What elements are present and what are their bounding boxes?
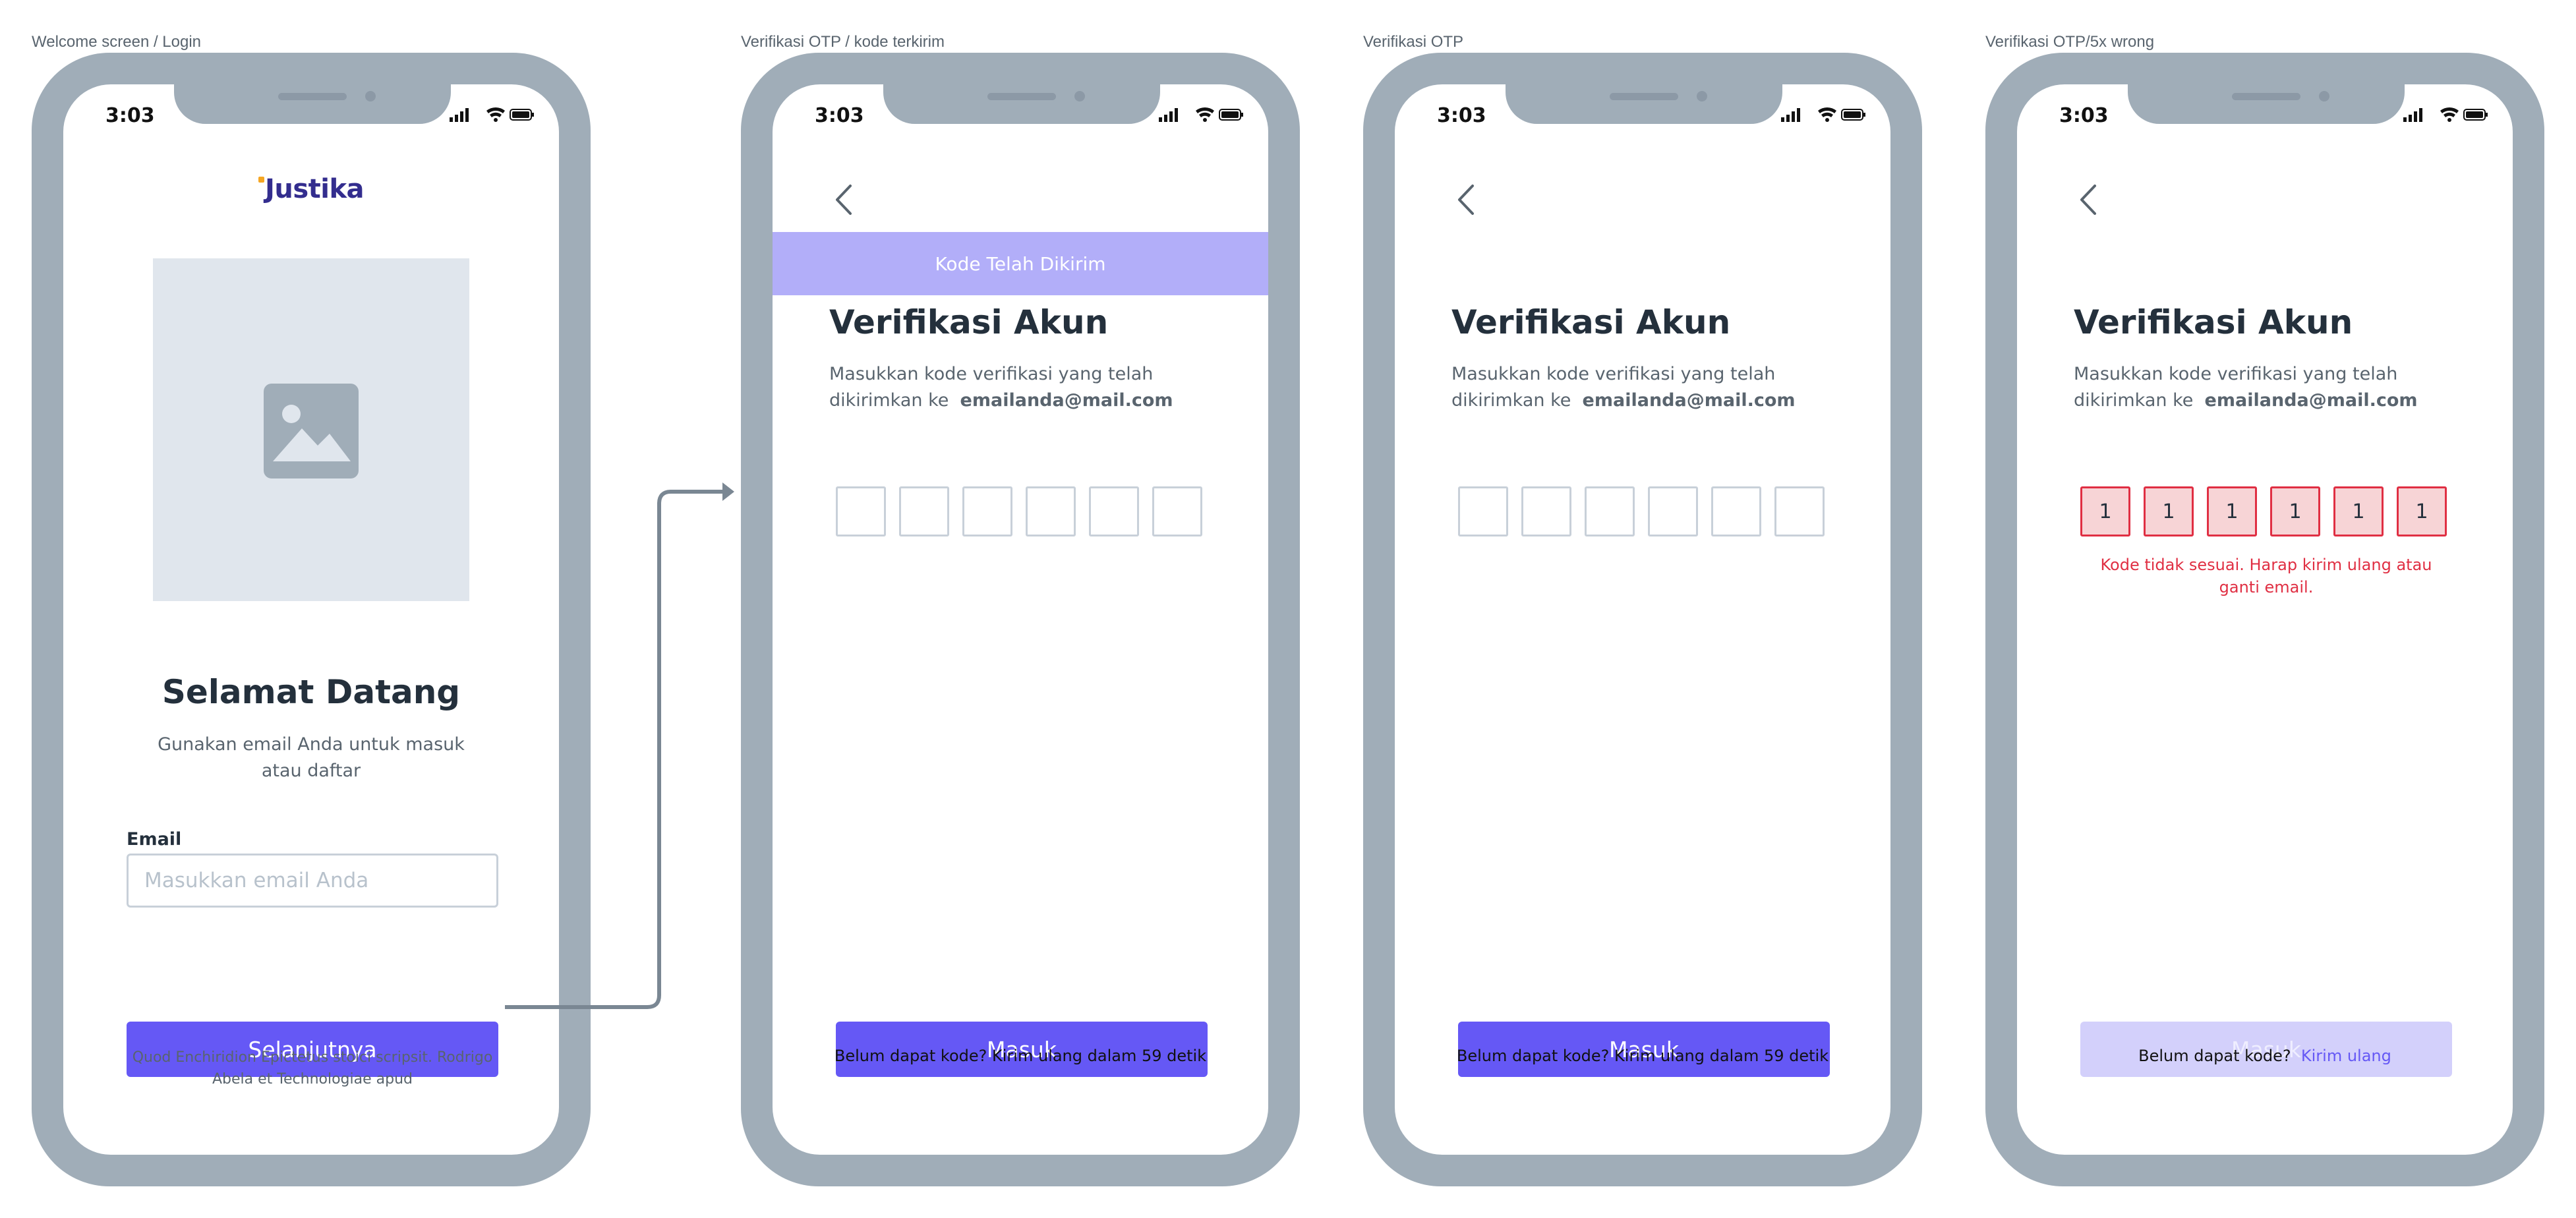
back-chevron-icon[interactable]	[2076, 183, 2100, 216]
resend-countdown-text: Belum dapat kode? Kirim ulang dalam 59 d…	[834, 1047, 1207, 1065]
otp-description: Masukkan kode verifikasi yang telah diki…	[1451, 361, 1821, 414]
otp-email: emailanda@mail.com	[1582, 390, 1796, 411]
phone-notch	[2128, 84, 2405, 124]
otp-digit-input[interactable]: 1	[2397, 486, 2447, 536]
otp-digit-input[interactable]	[836, 486, 886, 536]
signal-icon	[1159, 108, 1178, 122]
status-bar-icons	[2403, 107, 2488, 122]
otp-email: emailanda@mail.com	[960, 390, 1173, 411]
status-bar-icons	[1781, 107, 1865, 122]
logo-text: Justika	[264, 174, 365, 204]
otp-input-row	[1458, 486, 1825, 536]
resend-prompt: Belum dapat kode?	[2138, 1047, 2291, 1065]
otp-digit-input[interactable]	[1089, 486, 1139, 536]
otp-input-row	[836, 486, 1202, 536]
screen-otp-wrong: 3:03 Verifikasi Akun Masukkan kode verif…	[2017, 84, 2513, 1155]
otp-digit-input[interactable]	[1458, 486, 1508, 536]
otp-digit-input[interactable]: 1	[2080, 486, 2130, 536]
otp-digit-input[interactable]	[899, 486, 949, 536]
email-input[interactable]	[127, 854, 498, 908]
brand-logo: Justika	[63, 174, 559, 204]
signal-icon	[2403, 108, 2422, 122]
battery-icon	[1219, 109, 1243, 121]
frame-label-otp: Verifikasi OTP	[1363, 33, 1464, 51]
otp-digit-input[interactable]	[1585, 486, 1635, 536]
battery-icon	[1841, 109, 1865, 121]
welcome-title: Selamat Datang	[161, 673, 461, 711]
signal-icon	[1781, 108, 1800, 122]
resend-link[interactable]: Kirim ulang	[2301, 1047, 2391, 1065]
otp-digit-input[interactable]	[1648, 486, 1698, 536]
phone-notch	[883, 84, 1160, 124]
otp-digit-input[interactable]	[1774, 486, 1825, 536]
status-time: 3:03	[2059, 104, 2109, 127]
phone-frame-otp: 3:03 Verifikasi Akun Masukkan kode verif…	[1363, 53, 1922, 1186]
screen-otp-sent: 3:03 Kode Telah Dikirim Verifikasi Akun …	[773, 84, 1268, 1155]
otp-description: Masukkan kode verifikasi yang telah diki…	[829, 361, 1198, 414]
otp-input-row: 1 1 1 1 1 1	[2080, 486, 2447, 536]
status-bar-icons	[450, 107, 534, 122]
phone-frame-welcome: 3:03 Justika Selamat Datang Gunakan emai…	[32, 53, 591, 1186]
phone-notch	[174, 84, 451, 124]
status-time: 3:03	[1437, 104, 1486, 127]
wifi-icon	[2440, 107, 2459, 122]
otp-title: Verifikasi Akun	[2074, 303, 2353, 341]
otp-digit-input[interactable]	[1521, 486, 1571, 536]
footnote-text: Quod Enchiridion Epictetus stoici scrips…	[132, 1049, 493, 1088]
welcome-subtitle: Gunakan email Anda untuk masuk atau daft…	[158, 734, 465, 781]
otp-digit-input[interactable]: 1	[2207, 486, 2257, 536]
status-time: 3:03	[815, 104, 864, 127]
image-icon	[264, 384, 359, 478]
frame-label-otp-wrong: Verifikasi OTP/5x wrong	[1985, 33, 2155, 51]
otp-digit-input[interactable]: 1	[2144, 486, 2194, 536]
battery-icon	[2463, 109, 2488, 121]
otp-digit-input[interactable]: 1	[2333, 486, 2384, 536]
phone-frame-otp-sent: 3:03 Kode Telah Dikirim Verifikasi Akun …	[741, 53, 1300, 1186]
back-chevron-icon[interactable]	[1454, 183, 1478, 216]
otp-title: Verifikasi Akun	[829, 303, 1109, 341]
resend-countdown-text: Belum dapat kode? Kirim ulang dalam 59 d…	[1456, 1047, 1829, 1065]
status-time: 3:03	[105, 104, 155, 127]
status-bar-icons	[1159, 107, 1243, 122]
screen-welcome: 3:03 Justika Selamat Datang Gunakan emai…	[63, 84, 559, 1155]
phone-notch	[1506, 84, 1782, 124]
wifi-icon	[1818, 107, 1836, 122]
otp-digit-input[interactable]	[1711, 486, 1761, 536]
otp-email: emailanda@mail.com	[2204, 390, 2418, 411]
screen-otp: 3:03 Verifikasi Akun Masukkan kode verif…	[1395, 84, 1890, 1155]
phone-frame-otp-wrong: 3:03 Verifikasi Akun Masukkan kode verif…	[1985, 53, 2544, 1186]
otp-error-message: Kode tidak sesuai. Harap kirim ulang ata…	[2100, 556, 2432, 596]
otp-title: Verifikasi Akun	[1451, 303, 1731, 341]
otp-digit-input[interactable]: 1	[2270, 486, 2320, 536]
frame-label-otp-sent: Verifikasi OTP / kode terkirim	[741, 33, 945, 51]
wifi-icon	[1196, 107, 1214, 122]
otp-digit-input[interactable]	[1026, 486, 1076, 536]
resend-row: Belum dapat kode? Kirim ulang	[2017, 1047, 2513, 1065]
frame-label-welcome: Welcome screen / Login	[32, 33, 202, 51]
otp-digit-input[interactable]	[1152, 486, 1202, 536]
battery-icon	[510, 109, 534, 121]
logo-dot-icon	[258, 177, 264, 183]
code-sent-banner: Kode Telah Dikirim	[773, 232, 1268, 295]
otp-digit-input[interactable]	[962, 486, 1012, 536]
wifi-icon	[486, 107, 505, 122]
signal-icon	[450, 108, 469, 122]
back-chevron-icon[interactable]	[832, 183, 856, 216]
arrow-head-icon	[722, 482, 734, 501]
otp-description: Masukkan kode verifikasi yang telah diki…	[2074, 361, 2443, 414]
email-label: Email	[127, 829, 182, 850]
